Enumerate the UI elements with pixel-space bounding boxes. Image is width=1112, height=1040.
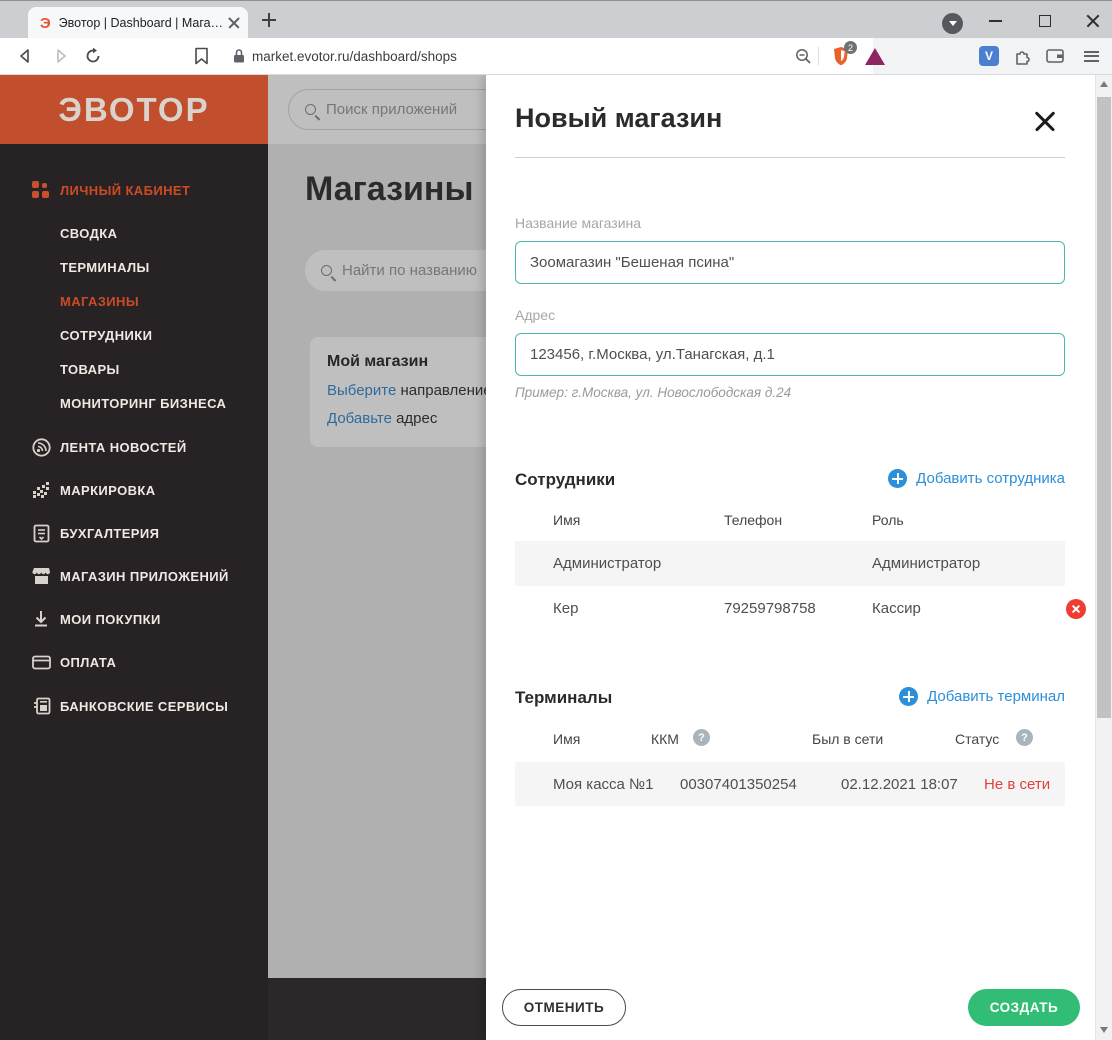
sidebar-item-personal-cabinet[interactable]: ЛИЧНЫЙ КАБИНЕТ [0,175,268,205]
url-bar[interactable]: market.evotor.ru/dashboard/shops [252,49,457,64]
window-minimize-button[interactable] [980,9,1010,33]
terminal-status: Не в сети [984,775,1051,793]
sidebar-item-employees[interactable]: СОТРУДНИКИ [0,320,268,350]
add-terminal-button[interactable]: Добавить терминал [899,687,1065,706]
sidebar-item-summary[interactable]: СВОДКА [0,218,268,248]
reload-button[interactable] [82,45,104,67]
sidebar-item-terminals[interactable]: ТЕРМИНАЛЫ [0,252,268,282]
bookmark-icon[interactable] [190,45,212,67]
scrollbar[interactable] [1095,75,1112,1040]
terminal-name: Моя касса №1 [553,775,654,793]
sidebar-item-shops[interactable]: МАГАЗИНЫ [0,286,268,316]
create-button[interactable]: СОЗДАТЬ [968,989,1080,1026]
window-maximize-button[interactable] [1030,9,1060,33]
terminals-section-title: Терминалы [515,688,613,707]
browser-menu-icon[interactable] [1080,45,1102,67]
sidebar-item-news-feed[interactable]: ЛЕНТА НОВОСТЕЙ [0,432,268,462]
terminals-header-kkm: ККМ [651,731,679,747]
evotor-logo: ЭВОТОР [58,90,210,128]
sidebar-item-my-purchases[interactable]: МОИ ПОКУПКИ [0,604,268,634]
forward-button[interactable] [50,45,72,67]
terminal-row: Моя касса №1 00307401350254 02.12.2021 1… [515,762,1065,806]
bank-terminal-icon [30,695,52,717]
cancel-button[interactable]: ОТМЕНИТЬ [502,989,626,1026]
employee-row: Администратор Администратор [515,541,1065,586]
sidebar-item-app-store[interactable]: МАГАЗИН ПРИЛОЖЕНИЙ [0,561,268,591]
browser-tab-strip: Э Эвотор | Dashboard | Магазины [0,0,1112,39]
divider [515,157,1065,158]
toolbar-divider [818,47,819,65]
plus-circle-icon [888,469,908,488]
lock-icon[interactable] [228,45,250,67]
sidebar: ЭВОТОР ЛИЧНЫЙ КАБИНЕТ СВОДКА ТЕРМИНАЛЫ М… [0,75,268,1040]
scroll-up-icon[interactable] [1100,81,1108,87]
tab-search-button[interactable] [942,13,963,34]
v-extension-icon[interactable]: V [978,45,1000,67]
employee-role: Кассир [872,600,921,617]
window-close-button[interactable] [1078,9,1108,33]
address-hint: Пример: г.Москва, ул. Новослободская д.2… [515,385,792,400]
tab-title: Эвотор | Dashboard | Магазины [58,16,228,30]
evotor-logo-header[interactable]: ЭВОТОР [0,75,268,144]
shop-name-label: Название магазина [515,215,642,231]
employees-header-phone: Телефон [724,512,783,528]
storefront-icon [30,565,52,587]
sidebar-item-business-monitoring[interactable]: МОНИТОРИНГ БИЗНЕСА [0,388,268,418]
rss-icon [30,436,52,458]
browser-tab[interactable]: Э Эвотор | Dashboard | Магазины [28,7,248,39]
status-help-icon[interactable]: ? [1016,729,1033,746]
wallet-icon[interactable] [1044,45,1066,67]
scroll-down-icon[interactable] [1100,1027,1108,1033]
dashboard-grid-icon [30,179,52,201]
sidebar-item-accounting[interactable]: БУХГАЛТЕРИЯ [0,518,268,548]
plus-circle-icon [899,687,919,706]
evotor-favicon: Э [40,14,51,32]
sidebar-item-bank-services[interactable]: БАНКОВСКИЕ СЕРВИСЫ [0,691,268,721]
employees-section-title: Сотрудники [515,470,616,489]
credit-card-icon [30,651,52,673]
add-employee-button[interactable]: Добавить сотрудника [888,469,1065,488]
terminals-header-online: Был в сети [812,731,884,747]
new-tab-button[interactable] [262,13,276,32]
maximize-icon [1039,15,1051,27]
shop-name-input[interactable]: Зоомагазин "Бешеная псина" [515,241,1065,284]
remove-employee-icon[interactable] [1066,598,1086,619]
qr-code-icon [30,479,52,501]
employee-name: Кер [553,600,579,617]
terminals-header-name: Имя [553,731,581,747]
sidebar-item-marking[interactable]: МАРКИРОВКА [0,475,268,505]
document-icon [30,522,52,544]
terminals-header-status: Статус [955,731,1000,747]
address-label: Адрес [515,307,556,323]
employee-row: Кер 79259798758 Кассир [515,586,1086,631]
page-viewport: ЭВОТОР ЛИЧНЫЙ КАБИНЕТ СВОДКА ТЕРМИНАЛЫ М… [0,75,1112,1040]
back-button[interactable] [14,45,36,67]
address-input[interactable]: 123456, г.Москва, ул.Танагская, д.1 [515,333,1065,376]
tab-close-icon[interactable] [228,17,240,29]
kkm-help-icon[interactable]: ? [693,729,710,746]
sidebar-item-goods[interactable]: ТОВАРЫ [0,354,268,384]
employees-header-role: Роль [872,512,904,528]
employee-name: Администратор [553,555,662,572]
bat-rewards-icon[interactable] [864,45,886,67]
employees-header-name: Имя [553,512,581,528]
modal-close-icon[interactable] [1031,107,1059,135]
plus-icon [262,13,276,27]
terminal-kkm: 00307401350254 [680,775,797,793]
employee-role: Администратор [872,555,981,572]
modal-title: Новый магазин [515,103,723,133]
download-icon [30,608,52,630]
browser-toolbar: market.evotor.ru/dashboard/shops 2 V [0,38,1112,75]
close-icon [1086,14,1100,28]
terminal-last-online: 02.12.2021 18:07 [841,775,958,793]
scrollbar-thumb[interactable] [1097,97,1111,718]
sidebar-item-payment[interactable]: ОПЛАТА [0,647,268,677]
new-shop-modal: Новый магазин Название магазина Зоомагаз… [486,75,1095,1040]
employee-phone: 79259798758 [724,600,816,617]
shield-badge: 2 [844,41,857,54]
extensions-puzzle-icon[interactable] [1012,45,1034,67]
minimize-icon [988,20,1002,22]
zoom-out-icon[interactable] [792,45,814,67]
chevron-down-icon [948,21,957,26]
